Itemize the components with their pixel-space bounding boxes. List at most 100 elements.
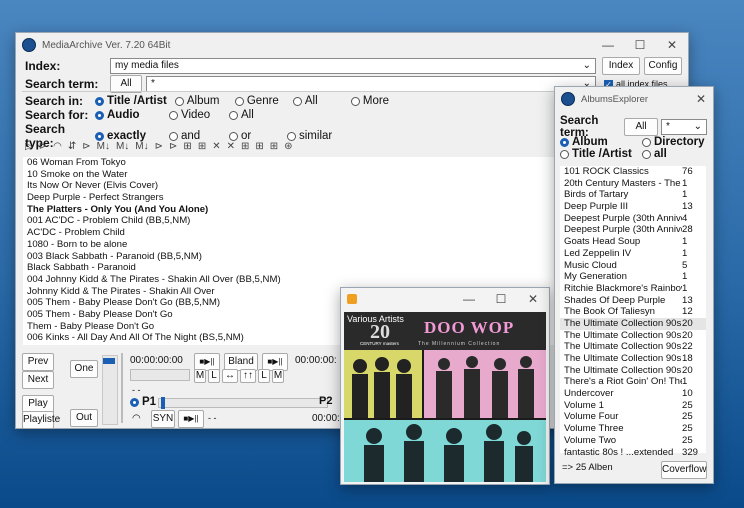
album-row[interactable]: Goats Head Soup 1	[560, 236, 706, 248]
search-for-all[interactable]: All	[229, 109, 254, 121]
album-row[interactable]: Volume Two 25	[560, 435, 706, 447]
minimize-icon[interactable]: —	[592, 38, 624, 52]
album-count: 13	[682, 294, 693, 306]
album-name: There's a Riot Goin' On! The Roc	[564, 376, 682, 388]
album-name: Deepest Purple (30th Anniversa	[564, 212, 682, 224]
close-icon[interactable]: ✕	[517, 292, 549, 306]
maximize-icon[interactable]: ☐	[624, 38, 656, 52]
next-button[interactable]: Next	[22, 371, 54, 389]
playlist-button[interactable]: Playliste	[22, 411, 60, 429]
search-type-similar[interactable]: similar	[287, 130, 332, 142]
albums-opt-album[interactable]: Album	[560, 136, 634, 148]
progress-bar-1[interactable]	[130, 369, 190, 381]
albums-list[interactable]: 101 ROCK Classics 76 20th Century Masters …	[560, 166, 706, 458]
position-thumb[interactable]	[161, 397, 165, 409]
search-in-album[interactable]: Album	[174, 95, 227, 107]
close-icon[interactable]: ✕	[689, 92, 713, 106]
albums-opt-all[interactable]: all	[642, 148, 667, 160]
album-row[interactable]: The Ultimate Collection 90s Anth20	[560, 330, 706, 342]
album-row[interactable]: Deepest Purple (30th Anniversa4	[560, 213, 706, 225]
one-button[interactable]: One	[70, 360, 98, 378]
m2-button[interactable]: M	[272, 369, 284, 383]
album-row[interactable]: Undercover 10	[560, 388, 706, 400]
albums-opt-title-artist[interactable]: Title /Artist	[560, 148, 634, 160]
l-button[interactable]: L	[208, 369, 220, 383]
album-row[interactable]: Volume Four 25	[560, 411, 706, 423]
play-next-icon[interactable]: ⊳	[39, 141, 47, 152]
m-list2-icon[interactable]: M↓	[116, 141, 129, 152]
m-list-icon[interactable]: M↓	[97, 141, 110, 152]
albums-opt-directory[interactable]: Directory	[642, 136, 705, 148]
album-row[interactable]: Volume 1 25	[560, 400, 706, 412]
paste-icon[interactable]: ⊞	[198, 141, 206, 152]
syn-button[interactable]: SYN	[151, 410, 175, 428]
position-slider[interactable]	[158, 397, 328, 409]
l2-button[interactable]: L	[258, 369, 270, 383]
search-input[interactable]: * ⌄	[146, 76, 596, 92]
headphones-icon[interactable]: ◠	[53, 141, 62, 152]
config-button[interactable]: Config	[644, 57, 682, 75]
search-in-all[interactable]: All	[292, 95, 343, 107]
album-row[interactable]: Shades Of Deep Purple 13	[560, 295, 706, 307]
album-row[interactable]: The Ultimate Collection 90s Anth22	[560, 341, 706, 353]
headphones-icon[interactable]: ◠	[132, 413, 141, 424]
chart-icon[interactable]: ⊞	[255, 141, 263, 152]
album-row[interactable]: There's a Riot Goin' On! The Roc1	[560, 376, 706, 388]
album-row[interactable]: The Ultimate Collection 90s Anth18	[560, 353, 706, 365]
index-button[interactable]: Index	[602, 57, 640, 75]
m-button[interactable]: M	[194, 369, 206, 383]
radio-label: All	[241, 109, 254, 121]
up-button[interactable]: ↑↑	[240, 369, 256, 383]
album-row[interactable]: Deep Purple III 13	[560, 201, 706, 213]
search-for-video[interactable]: Video	[169, 109, 221, 121]
copy-icon[interactable]: ⊞	[183, 141, 191, 152]
album-row[interactable]: The Ultimate Collection 90s Anth20	[560, 317, 706, 330]
search-in-title-artist[interactable]: Title /Artist	[95, 95, 167, 107]
search-in-more[interactable]: More	[350, 95, 389, 107]
swap-button[interactable]: ↔	[222, 369, 238, 383]
radio-label: Genre	[246, 95, 279, 107]
album-row[interactable]: Led Zeppelin IV 1	[560, 248, 706, 260]
album-row[interactable]: Volume Three 25	[560, 423, 706, 435]
play-icon[interactable]: ▷	[25, 141, 33, 152]
volume-slider[interactable]	[102, 355, 118, 425]
prev-button[interactable]: Prev	[22, 353, 54, 371]
index-value: my media files	[115, 60, 179, 71]
p1-radio[interactable]: P1	[130, 396, 156, 408]
settings-icon[interactable]: ⊛	[284, 141, 292, 152]
export-icon[interactable]: ⊞	[270, 141, 278, 152]
album-count: 22	[682, 341, 693, 353]
album-row[interactable]: My Generation 1	[560, 271, 706, 283]
album-row[interactable]: fantastic 80s ! ...extended 329	[560, 447, 706, 459]
filter-icon[interactable]: ⊳	[155, 141, 163, 152]
album-row[interactable]: Deepest Purple (30th Anniversar28	[560, 224, 706, 236]
remove-icon[interactable]: ✕	[227, 141, 235, 152]
album-row[interactable]: Ritchie Blackmore's Rainbow 1	[560, 283, 706, 295]
volume-thumb[interactable]	[103, 358, 115, 364]
out-button[interactable]: Out	[70, 409, 98, 427]
minimize-icon[interactable]: —	[453, 292, 485, 306]
maximize-icon[interactable]: ☐	[485, 292, 517, 306]
album-row[interactable]: Birds of Tartary 1	[560, 189, 706, 201]
album-row[interactable]: The Ultimate Collection 90s Anth20	[560, 365, 706, 377]
close-icon[interactable]: ✕	[656, 38, 688, 52]
index-select[interactable]: my media files ⌄	[110, 58, 596, 74]
album-row[interactable]: Music Cloud 5	[560, 260, 706, 272]
delete-icon[interactable]: ✕	[212, 141, 220, 152]
filter2-icon[interactable]: ⊳	[169, 141, 177, 152]
separator	[121, 353, 123, 423]
sort-icon[interactable]: ⇵	[68, 141, 76, 152]
grid-icon[interactable]: ⊞	[241, 141, 249, 152]
album-row[interactable]: The Book Of Taliesyn 12	[560, 306, 706, 318]
album-row[interactable]: 20th Century Masters - The Mille1	[560, 178, 706, 190]
m-list3-icon[interactable]: M↓	[135, 141, 148, 152]
albums-all-button[interactable]: All	[624, 118, 658, 136]
coverflow-button[interactable]: Coverflow	[661, 461, 707, 479]
search-for-audio[interactable]: Audio	[95, 109, 161, 121]
play-pause-button-3[interactable]: ■▶||	[178, 410, 204, 428]
search-in-genre[interactable]: Genre	[234, 95, 285, 107]
add-icon[interactable]: ⊳	[82, 141, 90, 152]
albums-search-input[interactable]: * ⌄	[661, 119, 707, 135]
album-row[interactable]: 101 ROCK Classics 76	[560, 166, 706, 178]
album-count: 25	[682, 423, 693, 435]
